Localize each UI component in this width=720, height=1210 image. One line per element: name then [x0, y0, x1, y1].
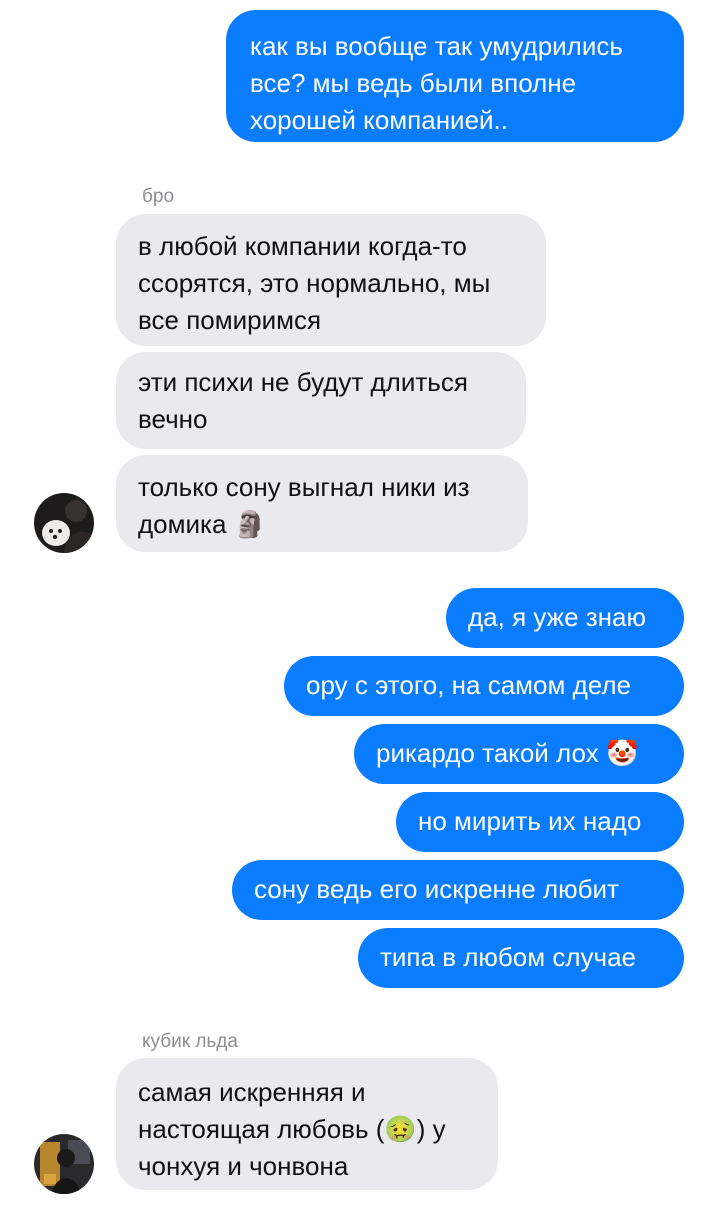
incoming-message[interactable]: в любой компании когда-то ссорятся, это … — [116, 214, 546, 346]
outgoing-message[interactable]: типа в любом случае — [358, 928, 684, 988]
incoming-message[interactable]: эти психи не будут длиться вечно — [116, 352, 526, 449]
outgoing-message[interactable]: рикардо такой лох 🤡 — [354, 724, 684, 784]
message-text: да, я уже знаю — [468, 602, 646, 632]
message-text: самая искренняя и — [138, 1077, 366, 1107]
message-text: вечно — [138, 404, 208, 434]
sender-name: кубик льда — [142, 1031, 238, 1052]
message-text: ) у — [416, 1114, 446, 1144]
incoming-message[interactable]: только сону выгнал ники из домика 🗿 — [116, 455, 528, 552]
message-text: хорошей компанией.. — [250, 105, 509, 135]
message-text-line: домика 🗿 — [138, 506, 504, 543]
message-text: ссорятся, это нормально, мы — [138, 268, 491, 298]
user-avatar-icon[interactable] — [34, 1134, 94, 1194]
outgoing-message[interactable]: сону ведь его искренне любит — [232, 860, 684, 920]
message-text: ору с этого, на самом деле — [306, 670, 631, 700]
message-text: типа в любом случае — [380, 942, 636, 972]
message-text: все помиримся — [138, 305, 322, 335]
message-text-line: рикардо такой лох 🤡 — [376, 735, 660, 772]
moai-emoji-icon: 🗿 — [233, 509, 267, 539]
outgoing-message[interactable]: но мирить их надо — [396, 792, 684, 852]
message-text: рикардо такой лох — [376, 738, 599, 768]
outgoing-message[interactable]: как вы вообще так умудрились все? мы вед… — [226, 10, 684, 142]
message-text: только сону выгнал ники из — [138, 472, 470, 502]
message-text: сону ведь его искренне любит — [254, 874, 619, 904]
message-text: домика — [138, 509, 227, 539]
message-text: эти психи не будут длиться — [138, 367, 468, 397]
clown-emoji-icon: 🤡 — [605, 738, 639, 768]
message-text: все? мы ведь были вполне — [250, 68, 577, 98]
message-text-line: настоящая любовь (🤢) у — [138, 1111, 474, 1148]
nauseated-face-emoji-icon: 🤢 — [384, 1114, 417, 1144]
sender-name: бро — [142, 186, 175, 207]
message-text: как вы вообще так умудрились — [250, 31, 623, 61]
message-text: настоящая любовь ( — [138, 1114, 385, 1144]
outgoing-message[interactable]: да, я уже знаю — [446, 588, 684, 648]
message-text: но мирить их надо — [418, 806, 642, 836]
message-text: в любой компании когда-то — [138, 231, 467, 261]
message-text: чонхуя и чонвона — [138, 1151, 349, 1181]
incoming-message[interactable]: самая искренняя и настоящая любовь (🤢) у… — [116, 1058, 498, 1190]
outgoing-message[interactable]: ору с этого, на самом деле — [284, 656, 684, 716]
user-avatar-icon[interactable] — [34, 493, 94, 553]
